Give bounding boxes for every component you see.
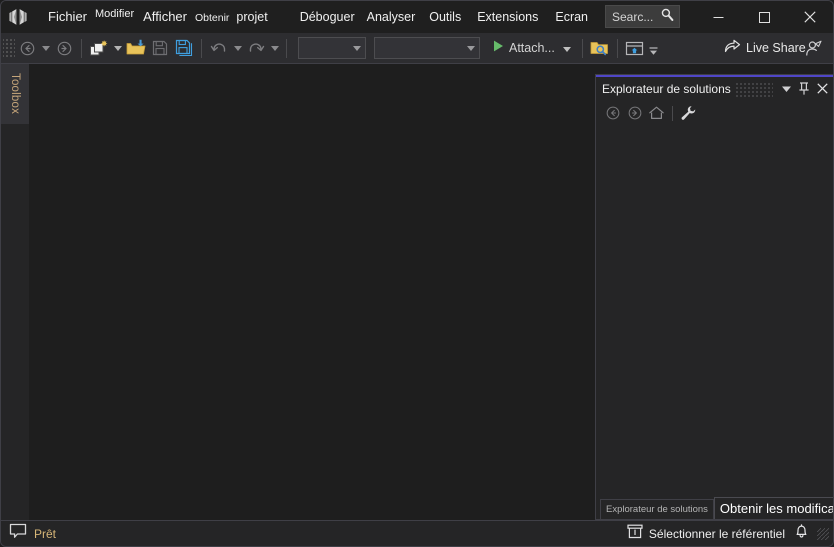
save-all-icon[interactable]	[172, 36, 196, 60]
solution-platform-combo[interactable]	[374, 37, 480, 59]
toolbar-separator	[616, 38, 618, 58]
menu-bar: Fichier Modifier Afficher Obtenir projet…	[35, 1, 650, 33]
toolbar-separator	[581, 38, 583, 58]
forward-arrow-icon[interactable]	[624, 103, 645, 124]
solution-explorer-window: Explorateur de solutions Explorateur de …	[595, 74, 833, 520]
title-bar: Fichier Modifier Afficher Obtenir projet…	[1, 1, 833, 33]
toolbar-drag-grip[interactable]	[3, 37, 15, 59]
search-input-value: Searc...	[612, 9, 654, 24]
toolbox-strip: Toolbox	[1, 64, 29, 520]
open-folder-icon[interactable]	[124, 36, 148, 60]
menu-fichier[interactable]: Fichier	[41, 1, 91, 33]
solution-explorer-close-icon[interactable]	[813, 79, 831, 99]
status-bar-right: Sélectionner le référentiel	[624, 522, 829, 546]
solution-explorer-toolbar	[596, 100, 833, 126]
chevron-down-icon	[467, 45, 475, 51]
tab-obtenir-les-modifications[interactable]: Obtenir les modifications	[713, 497, 833, 519]
search-input[interactable]: Searc...	[605, 5, 680, 28]
wrench-icon[interactable]	[678, 103, 699, 124]
solution-explorer-title: Explorateur de solutions	[602, 81, 731, 96]
attach-dropdown-chevron-down-icon[interactable]	[559, 39, 575, 57]
toolbar-separator	[81, 38, 82, 58]
repository-icon	[627, 524, 643, 544]
attach-button-label: Attach...	[509, 41, 555, 55]
status-bar: Prêt Sélectionner le référentiel	[1, 520, 833, 546]
navigate-forward-icon[interactable]	[52, 36, 76, 60]
toolbox-tab-label: Toolbox	[9, 73, 21, 115]
window-layout-icon[interactable]	[623, 36, 647, 60]
menu-outils[interactable]: Outils	[421, 1, 469, 33]
menu-deboguer[interactable]: Déboguer	[294, 1, 361, 33]
new-project-dropdown-chevron-down-icon[interactable]	[111, 36, 124, 60]
redo-dropdown-chevron-down-icon[interactable]	[268, 36, 281, 60]
undo-dropdown-chevron-down-icon[interactable]	[231, 36, 244, 60]
menu-projet[interactable]: projet	[232, 1, 271, 33]
window-controls	[695, 1, 833, 33]
attach-button[interactable]: Attach...	[488, 36, 577, 60]
new-project-icon[interactable]	[87, 36, 111, 60]
solution-explorer-menu-chevron-down-icon[interactable]	[777, 79, 795, 99]
navigate-back-icon[interactable]	[15, 36, 39, 60]
back-arrow-icon[interactable]	[602, 103, 623, 124]
pin-icon[interactable]	[795, 79, 813, 99]
menu-modifier[interactable]: Modifier	[91, 1, 138, 30]
workspace: Toolbox Explorateur de solutions Explora…	[1, 64, 833, 520]
tab-solution-explorer[interactable]: Explorateur de solutions	[600, 499, 714, 519]
run-play-icon	[491, 39, 505, 58]
close-button[interactable]	[787, 1, 833, 33]
menu-extensions[interactable]: Extensions	[469, 1, 546, 33]
standard-toolbar: Attach... Live Share	[1, 33, 833, 64]
folder-search-icon[interactable]	[588, 36, 612, 60]
visual-studio-window: Fichier Modifier Afficher Obtenir projet…	[0, 0, 834, 547]
bell-icon[interactable]	[794, 523, 809, 544]
redo-icon[interactable]	[244, 36, 268, 60]
menu-analyser[interactable]: Analyser	[361, 1, 422, 33]
live-share-label: Live Share	[746, 41, 806, 55]
solution-explorer-drag-handle[interactable]	[734, 80, 773, 97]
menu-obtenir[interactable]: Obtenir	[192, 2, 232, 34]
save-icon[interactable]	[148, 36, 172, 60]
window-layout-dropdown-chevron-down-icon[interactable]	[647, 36, 660, 60]
navigate-back-dropdown-chevron-down-icon[interactable]	[39, 36, 52, 60]
minimize-button[interactable]	[695, 1, 741, 33]
notification-bubble-icon[interactable]	[9, 523, 27, 544]
undo-icon[interactable]	[207, 36, 231, 60]
send-feedback-icon[interactable]	[800, 36, 826, 60]
chevron-down-icon	[353, 45, 361, 51]
search-icon	[660, 7, 675, 27]
document-well	[29, 64, 595, 520]
select-repository-button[interactable]: Sélectionner le référentiel	[624, 522, 788, 546]
toolbox-tab[interactable]: Toolbox	[1, 64, 29, 124]
toolbar-separator	[201, 38, 202, 58]
solution-explorer-tab-strip: Explorateur de solutions Obtenir les mod…	[596, 497, 833, 519]
toolbar-separator	[286, 38, 287, 58]
solution-explorer-toolbar-separator	[672, 105, 673, 121]
select-repository-label: Sélectionner le référentiel	[648, 526, 785, 541]
maximize-button[interactable]	[741, 1, 787, 33]
home-icon[interactable]	[646, 103, 667, 124]
solution-configuration-combo[interactable]	[298, 37, 366, 59]
solution-explorer-header: Explorateur de solutions	[596, 77, 833, 100]
menu-ecran[interactable]: Ecran	[546, 1, 597, 33]
menu-afficher[interactable]: Afficher	[138, 1, 192, 33]
resize-grip-icon[interactable]	[817, 527, 829, 540]
share-icon	[724, 38, 741, 59]
status-ready-label: Prêt	[34, 526, 57, 541]
solution-explorer-tree[interactable]	[596, 126, 833, 497]
status-bar-left: Prêt	[1, 523, 56, 544]
visual-studio-logo-icon[interactable]	[1, 1, 35, 33]
live-share-button[interactable]: Live Share	[721, 36, 809, 60]
